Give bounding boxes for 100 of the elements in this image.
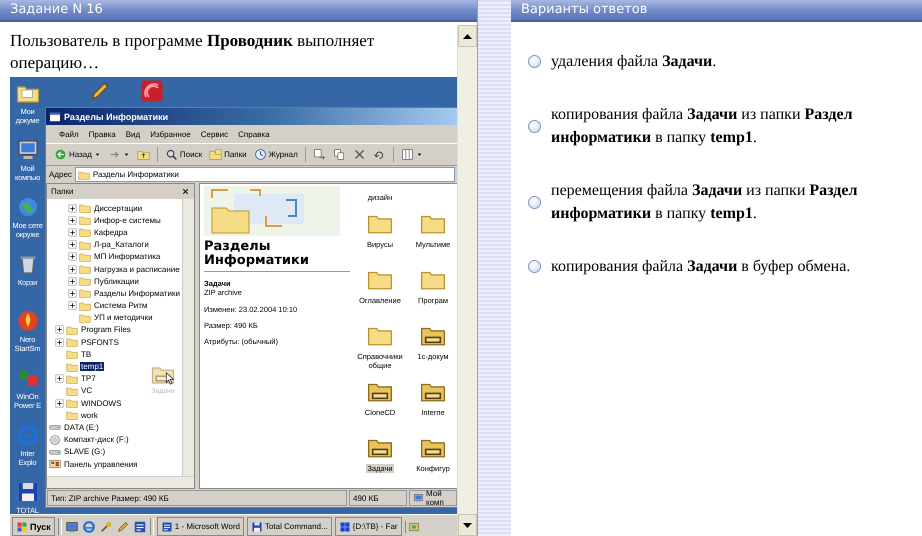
scroll-down-button[interactable] <box>458 514 477 536</box>
toolbar-button[interactable]: Назад <box>51 146 104 164</box>
status-text: 490 КБ <box>349 490 407 506</box>
floppy-icon <box>250 520 263 532</box>
menu-item[interactable]: Справка <box>233 130 275 138</box>
expand-icon[interactable] <box>68 264 77 274</box>
tree-item[interactable]: УП и методички <box>93 313 154 322</box>
menu-item[interactable]: Вид <box>120 130 146 138</box>
start-button[interactable]: Пуск <box>12 517 55 536</box>
caret-icon <box>122 151 130 158</box>
pen-icon[interactable] <box>116 520 130 534</box>
folder-icon <box>79 287 91 300</box>
taskbar-button[interactable]: {D:\TB} - Far <box>334 517 402 536</box>
control-panel-icon <box>49 458 61 470</box>
pane-title: Папки <box>51 187 74 196</box>
scroll-up-button[interactable] <box>458 25 477 47</box>
close-icon[interactable] <box>181 187 190 196</box>
tree-item[interactable]: temp1 <box>80 362 104 372</box>
folder-icon <box>66 324 78 336</box>
folder-icon <box>66 348 78 360</box>
expand-icon[interactable] <box>68 276 77 286</box>
tree-item[interactable]: Нагрузка и расписание <box>93 264 181 274</box>
tree-item[interactable]: TP7 <box>80 374 97 384</box>
computer-icon[interactable] <box>16 138 40 162</box>
scrollbar[interactable] <box>182 199 194 476</box>
waves-icon[interactable] <box>140 79 164 103</box>
window-title: Разделы Информатики <box>64 112 168 122</box>
radio-button[interactable] <box>528 120 541 132</box>
expand-icon[interactable] <box>68 301 77 310</box>
menu-item[interactable]: Избранное <box>145 130 196 138</box>
expand-icon[interactable] <box>68 204 77 213</box>
tree-item[interactable]: DATA (E:) <box>63 422 100 432</box>
toolbar-button[interactable]: Поиск <box>162 146 206 164</box>
tree-item[interactable]: Program Files <box>80 325 132 334</box>
expand-icon[interactable] <box>68 216 77 225</box>
toolbar-button[interactable]: Папки <box>206 146 250 164</box>
expand-icon[interactable] <box>55 398 64 408</box>
toolbar-button[interactable]: Журнал <box>250 146 301 164</box>
taskbar-button[interactable]: Total Command... <box>246 517 332 536</box>
folder-icon <box>66 397 78 410</box>
expand-icon[interactable] <box>55 325 64 334</box>
tree-item[interactable]: Разделы Информатики <box>93 288 181 298</box>
scrollbar[interactable] <box>47 476 194 488</box>
tree-item[interactable]: Система Ритм <box>93 301 148 310</box>
tree-item[interactable]: work <box>80 410 99 420</box>
expand-icon[interactable] <box>68 288 77 298</box>
status-text: Мой комп <box>409 490 457 506</box>
disc-icon <box>49 434 61 446</box>
document-icon[interactable] <box>132 520 147 534</box>
expand-icon[interactable] <box>68 240 77 250</box>
tree-item[interactable]: Диссертации <box>93 204 144 213</box>
scrollbar[interactable] <box>457 25 477 536</box>
tree-item[interactable]: Л-ра_Каталоги <box>93 240 150 250</box>
tree-item[interactable]: Панель управления <box>63 460 138 469</box>
down-arrow-icon <box>463 522 472 528</box>
tree-item[interactable]: Инфор-е системы <box>93 216 162 225</box>
radio-button[interactable] <box>528 260 541 273</box>
expand-icon[interactable] <box>55 338 64 347</box>
tree-item[interactable]: TB <box>80 350 92 359</box>
address-field[interactable]: Разделы Информатики <box>74 167 455 182</box>
folder-icon <box>79 226 91 238</box>
flame-icon[interactable] <box>16 309 40 333</box>
expand-icon[interactable] <box>55 374 64 384</box>
menu-item[interactable]: Сервис <box>196 130 234 138</box>
window-icon <box>49 110 61 122</box>
back-arrow-icon <box>54 148 67 161</box>
folder-icon <box>79 312 91 324</box>
tree-item[interactable]: WINDOWS <box>80 398 122 408</box>
grid-icon <box>338 520 351 532</box>
expand-icon[interactable] <box>68 252 77 262</box>
caret-icon <box>416 151 423 158</box>
folder-icon <box>66 409 78 422</box>
tree-item[interactable]: Компакт-диск (F:) <box>63 435 130 444</box>
tray-icon[interactable] <box>408 520 420 532</box>
tree-item[interactable]: SLAVE (G:) <box>63 447 106 456</box>
folder-icon <box>66 360 78 373</box>
answer-option[interactable]: копирования файла Задачи из папки Раздел информатики в папку temp1. <box>551 103 853 149</box>
menu-item[interactable]: Файл <box>54 130 84 138</box>
tree-item[interactable]: Публикации <box>93 276 140 286</box>
folder-title: Разделы Информатики <box>204 240 310 268</box>
desktop-icon[interactable] <box>64 520 79 534</box>
answer-option[interactable]: перемещения файла Задачи из папки Раздел информатики в папку temp1. <box>551 179 858 225</box>
history-icon <box>254 148 267 161</box>
radio-button[interactable] <box>528 196 541 208</box>
expand-icon[interactable] <box>68 228 77 237</box>
address-label: Адрес <box>49 170 72 179</box>
folder-icon <box>66 336 78 348</box>
tree-item[interactable]: Кафедра <box>93 228 129 237</box>
delete-icon <box>352 148 366 161</box>
answer-option[interactable]: копирования файла Задачи в буфер обмена. <box>551 255 850 278</box>
tools-icon[interactable] <box>98 520 113 534</box>
answer-option[interactable]: удаления файла Задачи. <box>551 50 716 73</box>
menu-item[interactable]: Правка <box>84 130 121 138</box>
tree-item[interactable]: МП Информатика <box>93 252 162 262</box>
cursor-icon <box>163 372 176 385</box>
move-to-icon <box>312 148 326 161</box>
radio-button[interactable] <box>528 55 541 68</box>
taskbar-button[interactable]: 1 - Microsoft Word <box>156 517 244 536</box>
tree-item[interactable]: PSFONTS <box>80 338 120 347</box>
tree-item[interactable]: VC <box>80 386 94 396</box>
